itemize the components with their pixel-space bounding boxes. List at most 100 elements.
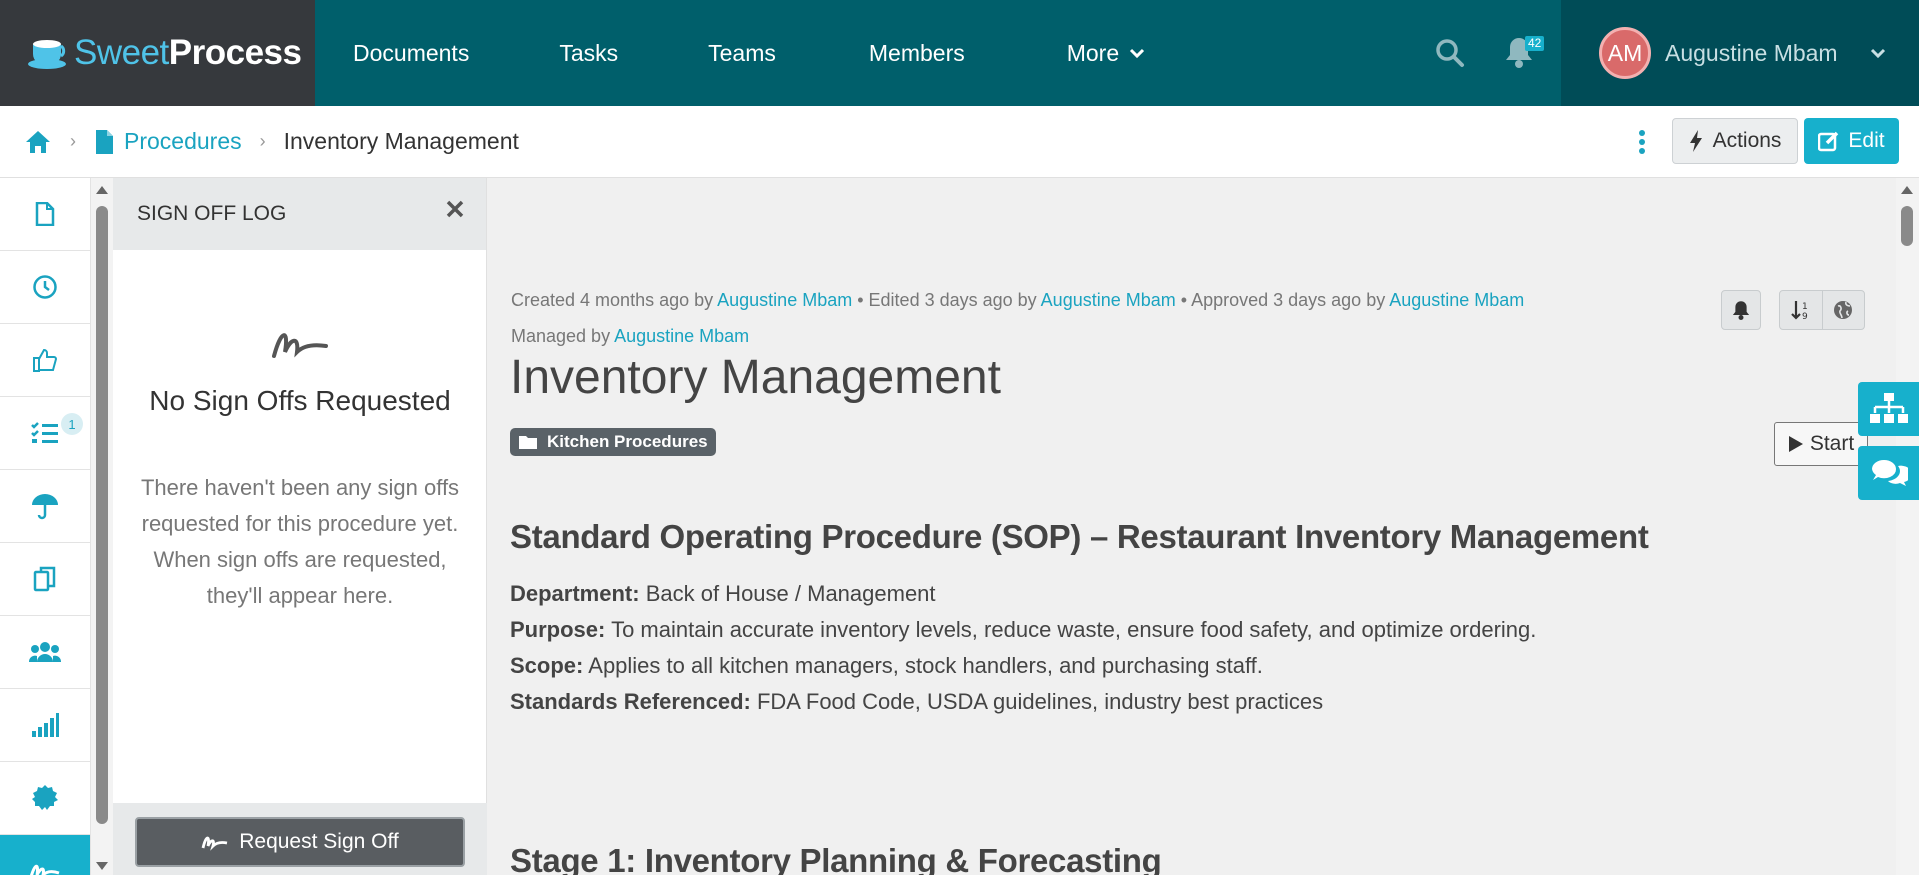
field-scope: Scope: Applies to all kitchen managers, … xyxy=(510,648,1536,684)
nav-tasks[interactable]: Tasks xyxy=(559,0,618,106)
logo[interactable]: SweetProcess xyxy=(0,0,315,106)
document-content: Created 4 months ago by Augustine Mbam •… xyxy=(488,178,1896,875)
left-icon-sidebar: 1 xyxy=(0,178,91,875)
avatar: AM xyxy=(1599,27,1651,79)
signoff-footer: Request Sign Off xyxy=(113,803,487,875)
scroll-up-arrow-icon[interactable] xyxy=(1901,186,1913,194)
signoff-log-panel: SIGN OFF LOG No Sign Offs Requested Ther… xyxy=(113,178,487,875)
content-scrollbar-thumb[interactable] xyxy=(1901,206,1913,246)
chevron-down-icon xyxy=(1130,48,1145,59)
home-icon[interactable] xyxy=(24,129,52,155)
field-label: Standards Referenced: xyxy=(510,689,751,714)
badge-icon xyxy=(32,785,58,810)
stage-1-heading: Stage 1: Inventory Planning & Forecastin… xyxy=(510,842,1162,875)
comments-tab[interactable] xyxy=(1858,446,1919,500)
logo-text-light: Sweet xyxy=(74,33,169,72)
meta-created-by-link[interactable]: Augustine Mbam xyxy=(717,290,852,310)
signature-icon xyxy=(272,333,328,358)
sidebar-item-document[interactable] xyxy=(0,178,90,251)
umbrella-icon xyxy=(32,494,58,520)
page-title: Inventory Management xyxy=(510,351,1001,404)
language-button[interactable] xyxy=(1823,291,1865,329)
signoff-title: SIGN OFF LOG xyxy=(137,202,287,225)
folder-tag-label: Kitchen Procedures xyxy=(547,432,708,451)
close-icon[interactable] xyxy=(446,200,464,218)
nav-documents[interactable]: Documents xyxy=(353,0,469,106)
sidebar-item-policies[interactable] xyxy=(0,470,90,543)
meta-approved-by-link[interactable]: Augustine Mbam xyxy=(1389,290,1524,310)
breadcrumb: › Procedures › Inventory Management Acti… xyxy=(0,106,1919,178)
kebab-menu-icon[interactable] xyxy=(1638,130,1646,154)
scroll-down-arrow-icon[interactable] xyxy=(96,862,108,870)
bell-icon xyxy=(1732,301,1750,320)
users-icon xyxy=(29,642,61,662)
meta-created-prefix: Created 4 months ago by xyxy=(511,290,714,310)
sop-fields: Department: Back of House / Management P… xyxy=(510,576,1536,720)
signature-icon xyxy=(201,836,228,851)
actions-label: Actions xyxy=(1712,129,1782,152)
chevron-right-icon: › xyxy=(259,131,266,151)
scroll-up-arrow-icon[interactable] xyxy=(96,186,108,194)
clock-icon xyxy=(33,275,57,299)
sidebar-item-settings[interactable] xyxy=(0,762,90,835)
sidebar-item-approvals[interactable] xyxy=(0,324,90,397)
edit-icon xyxy=(1818,131,1839,152)
sidebar-scrollbar-thumb[interactable] xyxy=(96,206,108,824)
teacup-logo-icon xyxy=(28,40,66,69)
signature-icon xyxy=(30,864,60,875)
sidebar-item-signoff[interactable] xyxy=(0,835,90,875)
sidebar-item-tasks[interactable]: 1 xyxy=(0,397,90,470)
notification-badge: 42 xyxy=(1525,36,1545,51)
field-department: Department: Back of House / Management xyxy=(510,576,1536,612)
breadcrumb-procedures[interactable]: Procedures xyxy=(124,128,242,155)
sidebar-scrollbar[interactable] xyxy=(91,178,113,875)
request-signoff-button[interactable]: Request Sign Off xyxy=(135,817,465,867)
meta-edited-by-link[interactable]: Augustine Mbam xyxy=(1041,290,1176,310)
field-label: Department: xyxy=(510,581,640,606)
field-standards: Standards Referenced: FDA Food Code, USD… xyxy=(510,684,1536,720)
svg-text:9: 9 xyxy=(1802,312,1808,320)
sort-numeric-icon: 19 xyxy=(1790,301,1808,320)
search-icon[interactable] xyxy=(1435,38,1465,68)
user-name: Augustine Mbam xyxy=(1665,39,1838,66)
top-navbar: SweetProcess Documents Tasks Teams Membe… xyxy=(0,0,1919,106)
nav-teams[interactable]: Teams xyxy=(708,0,776,106)
sort-button[interactable]: 19 xyxy=(1780,291,1823,329)
sidebar-item-teams[interactable] xyxy=(0,616,90,689)
nav-more[interactable]: More xyxy=(1067,0,1145,106)
field-label: Purpose: xyxy=(510,617,606,642)
copy-icon xyxy=(33,566,56,592)
follow-button[interactable] xyxy=(1721,290,1761,330)
sidebar-item-copies[interactable] xyxy=(0,543,90,616)
logo-text-bold: Process xyxy=(168,33,302,72)
breadcrumb-current: Inventory Management xyxy=(283,128,519,154)
nav-more-label: More xyxy=(1066,39,1120,66)
request-signoff-label: Request Sign Off xyxy=(239,830,399,853)
field-value: FDA Food Code, USDA guidelines, industry… xyxy=(756,689,1324,714)
actions-button[interactable]: Actions xyxy=(1672,118,1798,164)
content-scrollbar[interactable] xyxy=(1896,178,1919,875)
document-meta: Created 4 months ago by Augustine Mbam •… xyxy=(511,282,1631,354)
meta-managed-by-link[interactable]: Augustine Mbam xyxy=(614,326,749,346)
tasks-count-badge: 1 xyxy=(61,413,83,435)
flowchart-tab[interactable] xyxy=(1858,382,1919,436)
bolt-icon xyxy=(1689,130,1702,152)
user-menu[interactable]: AM Augustine Mbam xyxy=(1561,0,1919,106)
edit-button[interactable]: Edit xyxy=(1804,118,1899,164)
field-value: To maintain accurate inventory levels, r… xyxy=(611,617,1537,642)
meta-edited-prefix: • Edited 3 days ago by xyxy=(857,290,1037,310)
field-purpose: Purpose: To maintain accurate inventory … xyxy=(510,612,1536,648)
nav-members[interactable]: Members xyxy=(869,0,965,106)
start-button[interactable]: Start xyxy=(1774,422,1868,466)
sidebar-item-history[interactable] xyxy=(0,251,90,324)
folder-tag[interactable]: Kitchen Procedures xyxy=(510,428,716,456)
field-label: Scope: xyxy=(510,653,584,678)
file-icon xyxy=(35,202,55,226)
notifications-button[interactable]: 42 xyxy=(1505,36,1545,72)
sop-heading: Standard Operating Procedure (SOP) – Res… xyxy=(510,518,1649,555)
meta-approved-prefix: • Approved 3 days ago by xyxy=(1180,290,1386,310)
svg-text:1: 1 xyxy=(1802,302,1808,312)
chevron-down-icon xyxy=(1870,48,1885,59)
sidebar-item-stats[interactable] xyxy=(0,689,90,762)
signoff-empty-title: No Sign Offs Requested xyxy=(149,385,451,416)
